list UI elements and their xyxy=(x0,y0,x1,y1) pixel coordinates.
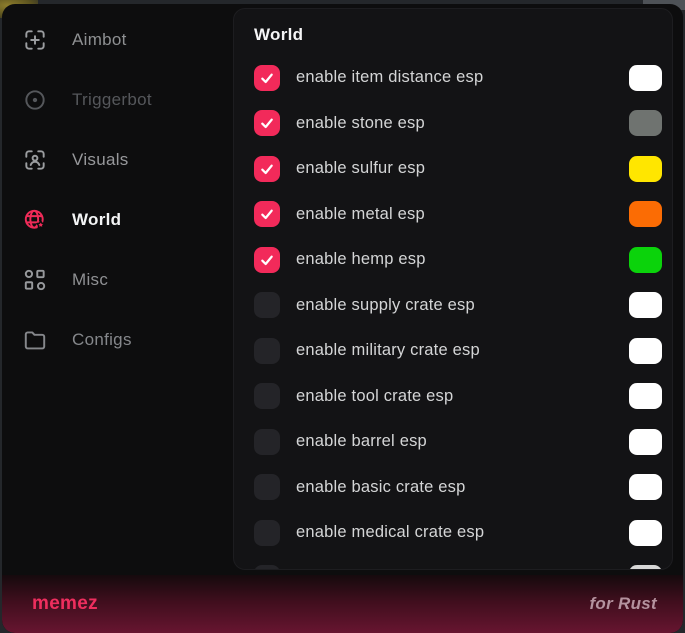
sidebar-item-aimbot[interactable]: Aimbot xyxy=(2,10,233,70)
esp-option-row: enable medical crate esp xyxy=(234,510,672,556)
brand-name: memez xyxy=(32,593,98,615)
esp-option-label: enable supply crate esp xyxy=(296,296,629,315)
brand-tagline: for Rust xyxy=(589,594,657,614)
esp-color-swatch[interactable] xyxy=(629,247,662,273)
esp-option-row: enable stone esp xyxy=(234,101,672,147)
configs-folder-icon xyxy=(22,327,48,353)
esp-checkbox[interactable] xyxy=(254,565,280,570)
esp-checkbox[interactable] xyxy=(254,338,280,364)
sidebar-item-world[interactable]: World xyxy=(2,190,233,250)
esp-option-label: enable basic crate esp xyxy=(296,478,629,497)
esp-option-row: enable barrel esp xyxy=(234,419,672,465)
esp-checkbox[interactable] xyxy=(254,247,280,273)
esp-options-list[interactable]: enable item distance esp enable stone es… xyxy=(234,55,672,570)
esp-checkbox[interactable] xyxy=(254,201,280,227)
esp-checkbox[interactable] xyxy=(254,474,280,500)
sidebar-item-triggerbot[interactable]: Triggerbot xyxy=(2,70,233,130)
sidebar-item-misc[interactable]: Misc xyxy=(2,250,233,310)
sidebar-item-label: Misc xyxy=(72,270,108,290)
sidebar-item-label: Aimbot xyxy=(72,30,127,50)
esp-option-label: enable barrel esp xyxy=(296,432,629,451)
esp-option-row: enable sulfur esp xyxy=(234,146,672,192)
esp-color-swatch[interactable] xyxy=(629,292,662,318)
esp-checkbox[interactable] xyxy=(254,65,280,91)
esp-option-label: enable tool crate esp xyxy=(296,387,629,406)
esp-option-label: enable hemp esp xyxy=(296,250,629,269)
esp-option-row: enable military crate esp xyxy=(234,328,672,374)
esp-color-swatch[interactable] xyxy=(629,520,662,546)
panel-title: World xyxy=(234,9,672,55)
visuals-person-scan-icon xyxy=(22,147,48,173)
app-root: Aimbot Triggerbot Visu xyxy=(0,0,685,633)
esp-checkbox[interactable] xyxy=(254,429,280,455)
esp-checkbox[interactable] xyxy=(254,156,280,182)
sidebar-item-label: Triggerbot xyxy=(72,90,152,110)
esp-color-swatch[interactable] xyxy=(629,65,662,91)
esp-color-swatch[interactable] xyxy=(629,110,662,136)
esp-color-swatch[interactable] xyxy=(629,429,662,455)
world-globe-icon xyxy=(22,207,48,233)
footer-bar: memez for Rust xyxy=(2,575,683,633)
esp-option-label: enable medical crate esp xyxy=(296,523,629,542)
esp-checkbox[interactable] xyxy=(254,520,280,546)
esp-option-label: enable item distance esp xyxy=(296,68,629,87)
esp-color-swatch[interactable] xyxy=(629,156,662,182)
world-settings-panel: World enable item distance esp enable st… xyxy=(233,8,673,570)
esp-option-label: enable military crate esp xyxy=(296,341,629,360)
esp-option-row: enable supply crate esp xyxy=(234,283,672,329)
esp-color-swatch[interactable] xyxy=(629,474,662,500)
sidebar-item-configs[interactable]: Configs xyxy=(2,310,233,370)
sidebar-item-label: Visuals xyxy=(72,150,129,170)
esp-checkbox[interactable] xyxy=(254,383,280,409)
sidebar-item-label: Configs xyxy=(72,330,132,350)
esp-option-row: enable metal esp xyxy=(234,192,672,238)
triggerbot-target-icon xyxy=(22,87,48,113)
esp-checkbox[interactable] xyxy=(254,292,280,318)
cheat-menu-window: Aimbot Triggerbot Visu xyxy=(2,4,683,633)
sidebar-item-visuals[interactable]: Visuals xyxy=(2,130,233,190)
sidebar-nav: Aimbot Triggerbot Visu xyxy=(2,4,233,575)
esp-color-swatch[interactable] xyxy=(629,383,662,409)
esp-option-row: enable hemp esp xyxy=(234,237,672,283)
esp-option-label: enable sulfur esp xyxy=(296,159,629,178)
esp-option-label: enable stone esp xyxy=(296,114,629,133)
aimbot-crosshair-icon xyxy=(22,27,48,53)
esp-color-swatch[interactable] xyxy=(629,338,662,364)
esp-checkbox[interactable] xyxy=(254,110,280,136)
esp-option-row-partial xyxy=(234,556,672,571)
misc-grid-icon xyxy=(22,267,48,293)
esp-option-label: enable metal esp xyxy=(296,205,629,224)
sidebar-item-label: World xyxy=(72,210,121,230)
esp-option-row: enable item distance esp xyxy=(234,55,672,101)
esp-option-row: enable basic crate esp xyxy=(234,465,672,511)
esp-option-row: enable tool crate esp xyxy=(234,374,672,420)
esp-color-swatch[interactable] xyxy=(629,565,662,570)
esp-color-swatch[interactable] xyxy=(629,201,662,227)
